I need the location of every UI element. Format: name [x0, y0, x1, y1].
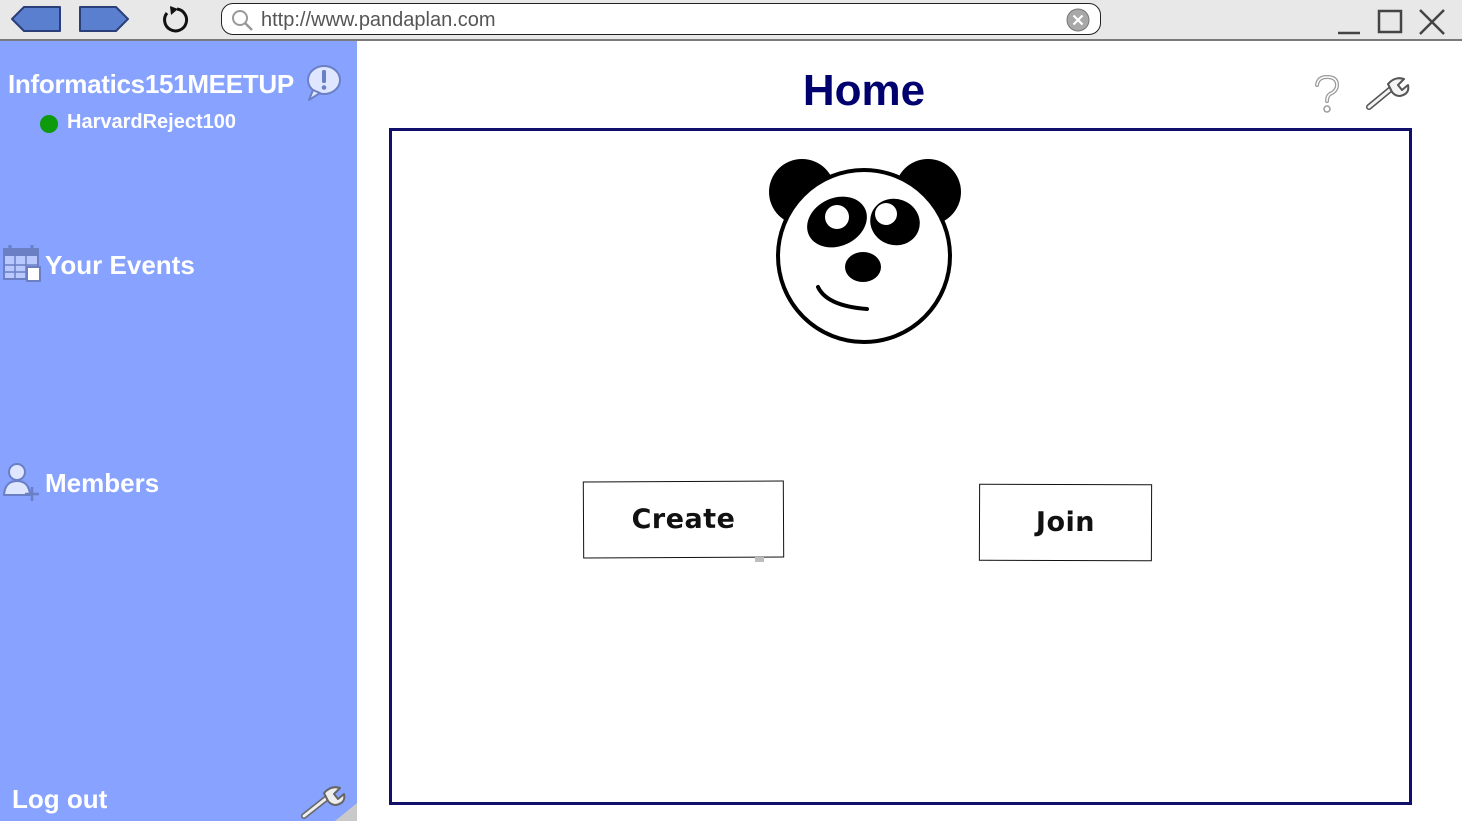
cursor-mark: [755, 557, 764, 562]
sidebar-item-label: Members: [45, 468, 160, 498]
clear-url-icon[interactable]: [1066, 8, 1090, 32]
panda-logo-icon: [769, 159, 961, 344]
minimize-window-icon[interactable]: [1335, 6, 1365, 36]
back-arrow-icon[interactable]: [10, 4, 62, 34]
join-button[interactable]: Join: [978, 483, 1153, 562]
calendar-icon: [3, 245, 41, 282]
sidebar-item-label: Your Events: [45, 250, 195, 280]
group-name: Informatics151MEETUP: [8, 69, 294, 99]
sidebar-item-your-events[interactable]: Your Events: [0, 243, 340, 287]
settings-wrench-icon[interactable]: [1364, 74, 1412, 112]
logout-link[interactable]: Log out: [12, 784, 107, 815]
add-user-icon: [3, 463, 39, 501]
create-button[interactable]: Create: [582, 480, 785, 559]
close-window-icon[interactable]: [1417, 6, 1447, 36]
page-title: Home: [802, 66, 926, 115]
address-bar[interactable]: http://www.pandaplan.com: [221, 3, 1101, 35]
sidebar: Informatics151MEETUP HarvardReject100 Yo…: [0, 41, 357, 821]
sidebar-item-members[interactable]: Members: [0, 461, 340, 505]
resize-handle-icon: [335, 803, 357, 821]
search-icon: [232, 10, 253, 31]
forward-arrow-icon[interactable]: [78, 4, 130, 34]
help-icon[interactable]: [1310, 74, 1344, 114]
browser-toolbar: http://www.pandaplan.com: [0, 0, 1462, 41]
url-text[interactable]: http://www.pandaplan.com: [261, 9, 496, 32]
reload-icon[interactable]: [158, 4, 192, 36]
chat-alert-icon[interactable]: [303, 64, 343, 102]
username: HarvardReject100: [67, 111, 236, 133]
online-status-indicator: [40, 115, 58, 133]
maximize-window-icon[interactable]: [1375, 6, 1405, 36]
